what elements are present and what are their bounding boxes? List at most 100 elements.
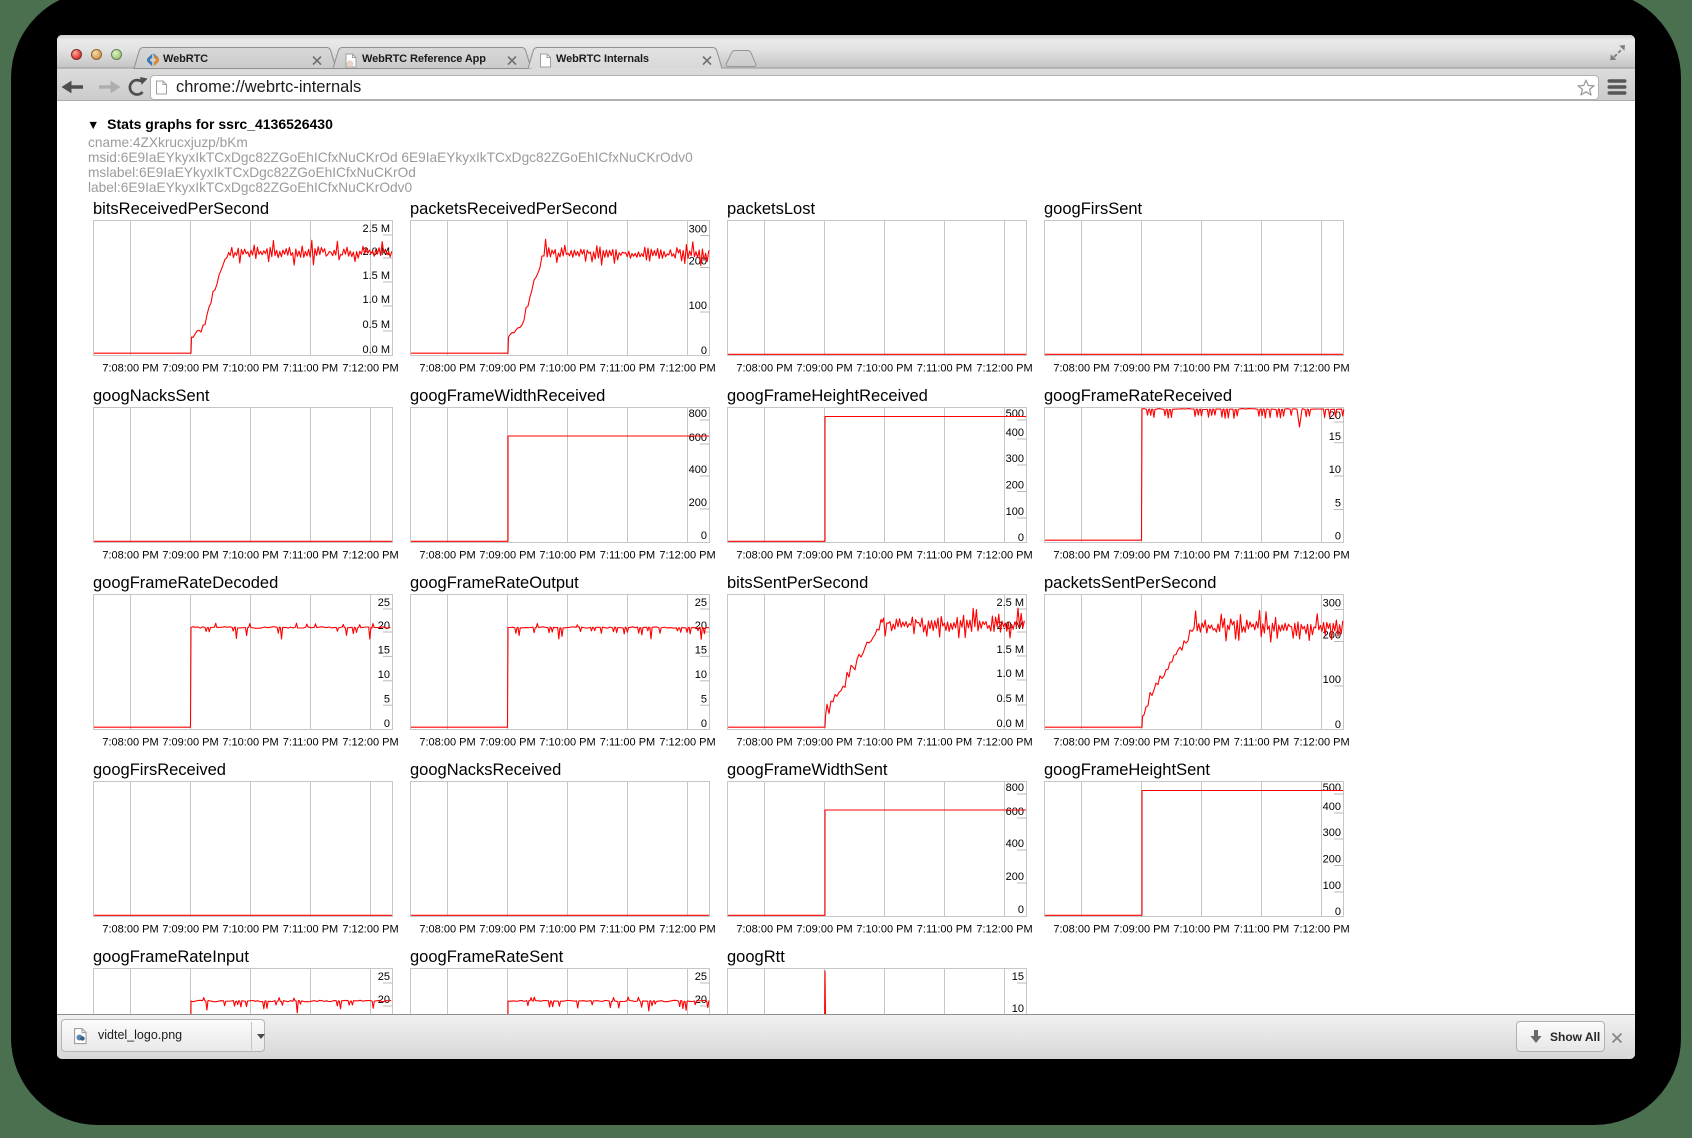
svg-text:7:12:00 PM: 7:12:00 PM xyxy=(342,737,398,749)
svg-text:200: 200 xyxy=(1006,480,1024,492)
svg-text:7:08:00 PM: 7:08:00 PM xyxy=(1053,737,1109,749)
svg-text:200: 200 xyxy=(689,497,707,509)
svg-text:7:10:00 PM: 7:10:00 PM xyxy=(539,924,595,936)
svg-text:7:10:00 PM: 7:10:00 PM xyxy=(1173,363,1229,375)
svg-text:7:08:00 PM: 7:08:00 PM xyxy=(736,737,792,749)
svg-text:7:11:00 PM: 7:11:00 PM xyxy=(283,737,338,749)
svg-text:7:09:00 PM: 7:09:00 PM xyxy=(1113,924,1169,936)
svg-text:0: 0 xyxy=(384,718,390,730)
svg-text:7:12:00 PM: 7:12:00 PM xyxy=(976,363,1032,375)
svg-text:0.5 M: 0.5 M xyxy=(996,693,1024,705)
svg-text:15: 15 xyxy=(378,645,390,657)
svg-text:400: 400 xyxy=(1006,427,1024,439)
svg-text:1.5 M: 1.5 M xyxy=(362,270,390,282)
svg-text:7:11:00 PM: 7:11:00 PM xyxy=(600,363,655,375)
svg-text:500: 500 xyxy=(1323,782,1341,794)
svg-text:0.5 M: 0.5 M xyxy=(362,319,390,331)
svg-text:7:10:00 PM: 7:10:00 PM xyxy=(1173,737,1229,749)
svg-text:7:12:00 PM: 7:12:00 PM xyxy=(659,550,715,562)
svg-text:7:10:00 PM: 7:10:00 PM xyxy=(222,737,278,749)
svg-text:7:08:00 PM: 7:08:00 PM xyxy=(1053,363,1109,375)
svg-text:7:11:00 PM: 7:11:00 PM xyxy=(600,550,655,562)
svg-text:7:09:00 PM: 7:09:00 PM xyxy=(479,363,535,375)
svg-text:7:11:00 PM: 7:11:00 PM xyxy=(1234,550,1289,562)
svg-text:7:09:00 PM: 7:09:00 PM xyxy=(162,363,218,375)
svg-text:5: 5 xyxy=(701,693,707,705)
svg-text:400: 400 xyxy=(689,464,707,476)
svg-text:7:10:00 PM: 7:10:00 PM xyxy=(856,550,912,562)
svg-text:0: 0 xyxy=(701,718,707,730)
svg-text:1.0 M: 1.0 M xyxy=(362,294,390,306)
svg-text:7:09:00 PM: 7:09:00 PM xyxy=(479,737,535,749)
svg-text:7:12:00 PM: 7:12:00 PM xyxy=(976,550,1032,562)
svg-text:7:09:00 PM: 7:09:00 PM xyxy=(1113,737,1169,749)
svg-text:25: 25 xyxy=(695,971,707,983)
svg-text:5: 5 xyxy=(384,693,390,705)
svg-text:7:08:00 PM: 7:08:00 PM xyxy=(1053,924,1109,936)
svg-text:7:08:00 PM: 7:08:00 PM xyxy=(419,363,475,375)
svg-text:7:11:00 PM: 7:11:00 PM xyxy=(1234,737,1289,749)
svg-text:2.5 M: 2.5 M xyxy=(362,223,390,235)
svg-text:0: 0 xyxy=(1335,719,1341,731)
svg-text:300: 300 xyxy=(1323,598,1341,610)
svg-text:300: 300 xyxy=(689,224,707,236)
svg-text:2.5 M: 2.5 M xyxy=(996,597,1024,609)
svg-text:7:09:00 PM: 7:09:00 PM xyxy=(1113,363,1169,375)
svg-text:800: 800 xyxy=(1006,782,1024,794)
svg-text:500: 500 xyxy=(1006,408,1024,420)
svg-text:7:08:00 PM: 7:08:00 PM xyxy=(102,363,158,375)
svg-text:7:12:00 PM: 7:12:00 PM xyxy=(1293,737,1349,749)
svg-text:7:12:00 PM: 7:12:00 PM xyxy=(342,924,398,936)
svg-text:7:12:00 PM: 7:12:00 PM xyxy=(342,363,398,375)
svg-text:7:09:00 PM: 7:09:00 PM xyxy=(1113,550,1169,562)
svg-text:0: 0 xyxy=(1018,532,1024,544)
svg-text:7:11:00 PM: 7:11:00 PM xyxy=(600,924,655,936)
svg-text:7:12:00 PM: 7:12:00 PM xyxy=(342,550,398,562)
svg-text:7:08:00 PM: 7:08:00 PM xyxy=(736,363,792,375)
svg-text:0: 0 xyxy=(1335,906,1341,918)
svg-text:100: 100 xyxy=(1006,506,1024,518)
svg-text:600: 600 xyxy=(1006,806,1024,818)
svg-text:7:12:00 PM: 7:12:00 PM xyxy=(976,737,1032,749)
svg-text:600: 600 xyxy=(689,432,707,444)
svg-text:7:10:00 PM: 7:10:00 PM xyxy=(539,737,595,749)
svg-text:7:08:00 PM: 7:08:00 PM xyxy=(736,924,792,936)
svg-text:7:08:00 PM: 7:08:00 PM xyxy=(419,737,475,749)
svg-text:7:11:00 PM: 7:11:00 PM xyxy=(600,737,655,749)
svg-text:0: 0 xyxy=(701,530,707,542)
svg-text:10: 10 xyxy=(695,669,707,681)
svg-text:7:09:00 PM: 7:09:00 PM xyxy=(796,737,852,749)
svg-text:7:12:00 PM: 7:12:00 PM xyxy=(976,924,1032,936)
svg-text:7:08:00 PM: 7:08:00 PM xyxy=(102,924,158,936)
svg-text:7:11:00 PM: 7:11:00 PM xyxy=(917,550,972,562)
svg-text:20: 20 xyxy=(378,620,390,632)
svg-text:7:11:00 PM: 7:11:00 PM xyxy=(1234,924,1289,936)
svg-text:5: 5 xyxy=(1335,498,1341,510)
svg-text:100: 100 xyxy=(689,300,707,312)
svg-text:7:12:00 PM: 7:12:00 PM xyxy=(659,924,715,936)
svg-text:7:10:00 PM: 7:10:00 PM xyxy=(539,363,595,375)
svg-text:7:09:00 PM: 7:09:00 PM xyxy=(162,737,218,749)
svg-text:7:09:00 PM: 7:09:00 PM xyxy=(796,363,852,375)
svg-text:15: 15 xyxy=(1012,971,1024,983)
svg-text:300: 300 xyxy=(1323,827,1341,839)
svg-text:100: 100 xyxy=(1323,674,1341,686)
svg-text:7:09:00 PM: 7:09:00 PM xyxy=(796,550,852,562)
svg-text:1.5 M: 1.5 M xyxy=(996,644,1024,656)
svg-text:7:11:00 PM: 7:11:00 PM xyxy=(283,924,338,936)
svg-text:300: 300 xyxy=(1006,453,1024,465)
svg-text:7:09:00 PM: 7:09:00 PM xyxy=(479,550,535,562)
svg-text:7:08:00 PM: 7:08:00 PM xyxy=(102,737,158,749)
svg-text:7:10:00 PM: 7:10:00 PM xyxy=(1173,924,1229,936)
svg-text:0.0 M: 0.0 M xyxy=(362,344,390,356)
svg-text:7:12:00 PM: 7:12:00 PM xyxy=(659,363,715,375)
svg-text:10: 10 xyxy=(1329,464,1341,476)
svg-text:10: 10 xyxy=(378,669,390,681)
svg-text:7:10:00 PM: 7:10:00 PM xyxy=(222,363,278,375)
svg-text:100: 100 xyxy=(1323,880,1341,892)
svg-text:400: 400 xyxy=(1006,838,1024,850)
svg-text:7:11:00 PM: 7:11:00 PM xyxy=(917,363,972,375)
svg-text:7:11:00 PM: 7:11:00 PM xyxy=(283,363,338,375)
svg-text:7:10:00 PM: 7:10:00 PM xyxy=(1173,550,1229,562)
svg-text:7:10:00 PM: 7:10:00 PM xyxy=(539,550,595,562)
